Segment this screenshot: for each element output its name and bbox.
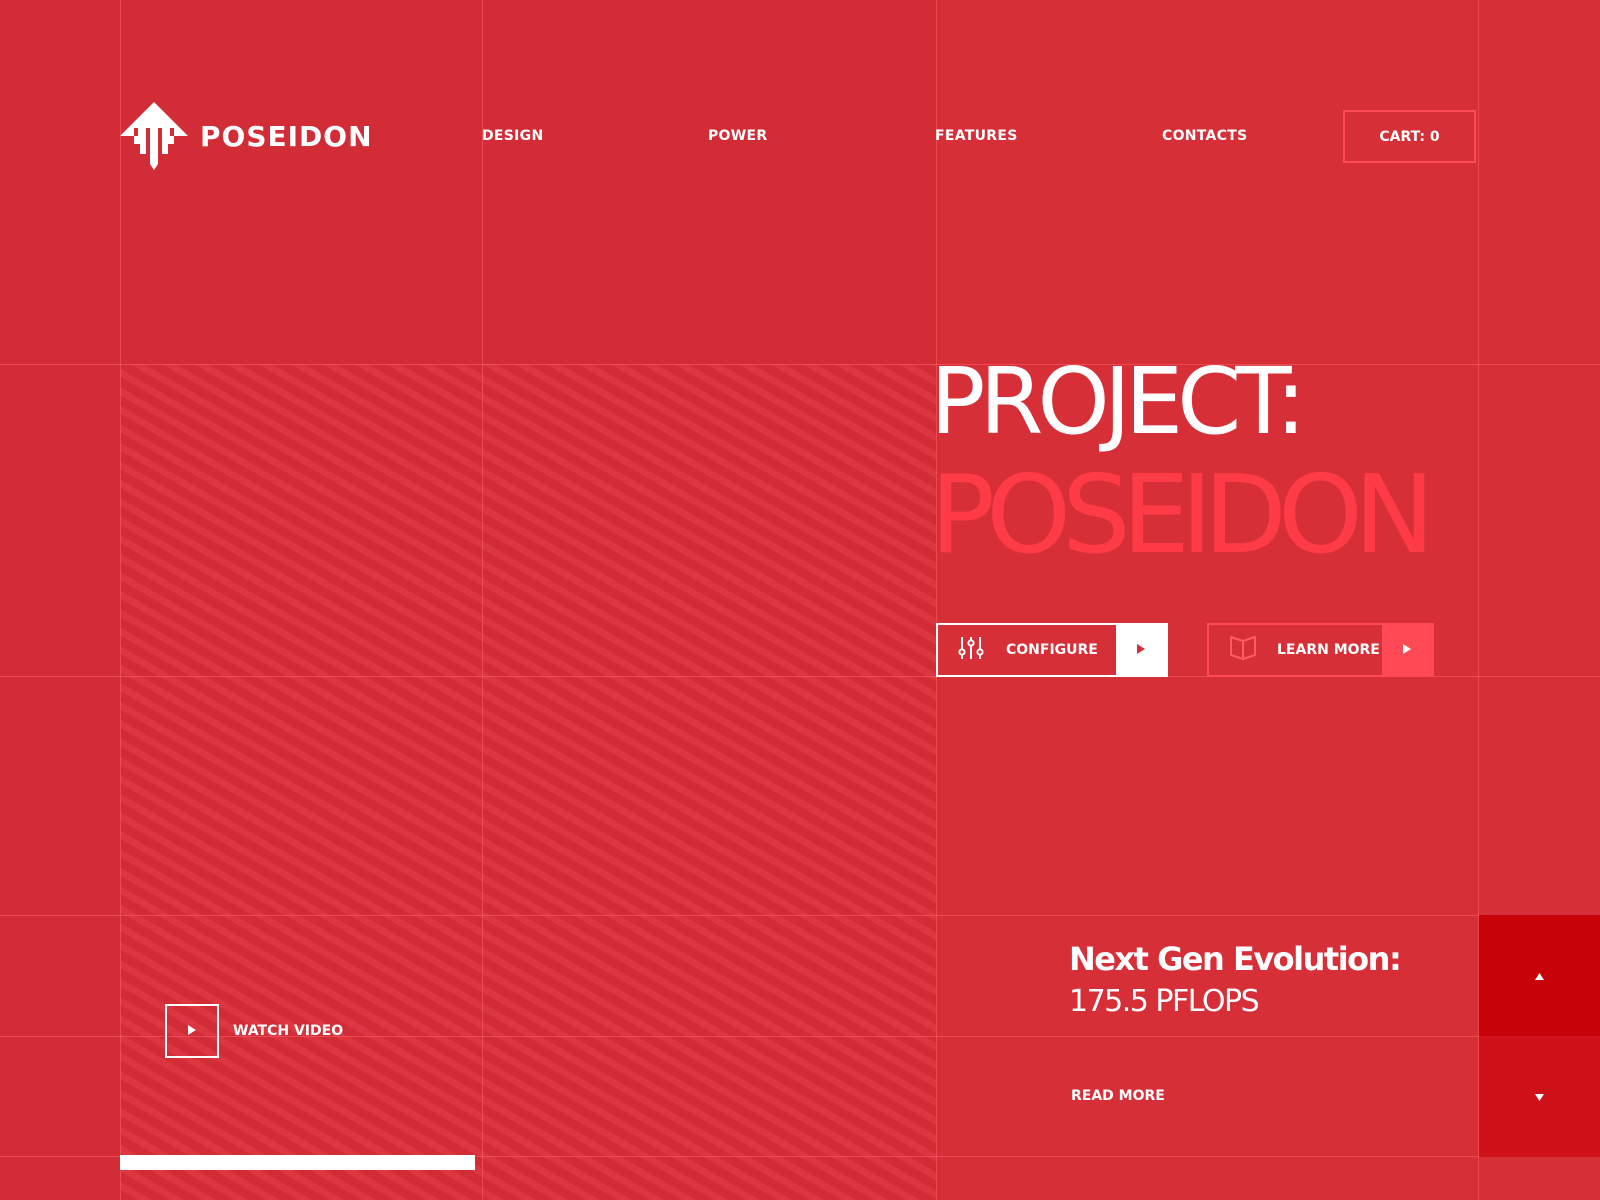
grid-line bbox=[120, 0, 121, 1200]
configure-arrow[interactable] bbox=[1116, 625, 1166, 675]
play-arrow-icon bbox=[1403, 641, 1411, 659]
watch-video-label: WATCH VIDEO bbox=[233, 1023, 344, 1039]
configure-label: CONFIGURE bbox=[1006, 642, 1098, 658]
sliders-icon bbox=[958, 636, 984, 665]
nav-link-contacts[interactable]: CONTACTS bbox=[1162, 128, 1248, 144]
next-slide-button[interactable] bbox=[1479, 1036, 1600, 1157]
hero-title-line1: PROJECT: bbox=[930, 348, 1306, 455]
book-icon bbox=[1229, 635, 1257, 665]
brand-logo[interactable]: POSEIDON bbox=[120, 100, 373, 172]
previous-slide-button[interactable] bbox=[1479, 915, 1600, 1036]
hero-title-line2: POSEIDON bbox=[930, 453, 1435, 578]
trident-arrow-icon bbox=[120, 100, 188, 172]
grid-line bbox=[0, 364, 1600, 365]
slide-progress-bar bbox=[120, 1155, 936, 1170]
watch-video-box[interactable] bbox=[165, 1004, 219, 1058]
read-more-link[interactable]: READ MORE bbox=[1071, 1088, 1165, 1104]
grid-line bbox=[0, 915, 1600, 916]
configure-button-main[interactable]: CONFIGURE bbox=[938, 625, 1116, 675]
grid-line bbox=[936, 0, 937, 1200]
news-title: Next Gen Evolution: bbox=[1069, 940, 1402, 978]
learn-more-label: LEARN MORE bbox=[1277, 642, 1380, 658]
watch-video-button[interactable]: WATCH VIDEO bbox=[165, 1004, 343, 1058]
learn-more-arrow[interactable] bbox=[1382, 625, 1432, 675]
play-arrow-icon bbox=[1137, 641, 1145, 659]
hero-striped-media-area bbox=[120, 364, 936, 1200]
triangle-down-icon bbox=[1535, 1088, 1544, 1106]
play-icon bbox=[188, 1022, 196, 1040]
triangle-up-icon bbox=[1535, 967, 1544, 985]
nav-link-power[interactable]: POWER bbox=[708, 128, 767, 144]
nav-link-design[interactable]: DESIGN bbox=[482, 128, 544, 144]
learn-more-button-main[interactable]: LEARN MORE bbox=[1209, 625, 1382, 675]
configure-button[interactable]: CONFIGURE bbox=[936, 623, 1168, 677]
grid-line bbox=[482, 0, 483, 1200]
learn-more-button[interactable]: LEARN MORE bbox=[1207, 623, 1434, 677]
news-value: 175.5 PFLOPS bbox=[1069, 984, 1260, 1019]
slide-progress-fill bbox=[120, 1155, 475, 1170]
cart-button[interactable]: CART: 0 bbox=[1343, 110, 1476, 163]
cart-label: CART: 0 bbox=[1379, 128, 1440, 145]
brand-name: POSEIDON bbox=[200, 119, 373, 153]
nav-link-features[interactable]: FEATURES bbox=[935, 128, 1018, 144]
